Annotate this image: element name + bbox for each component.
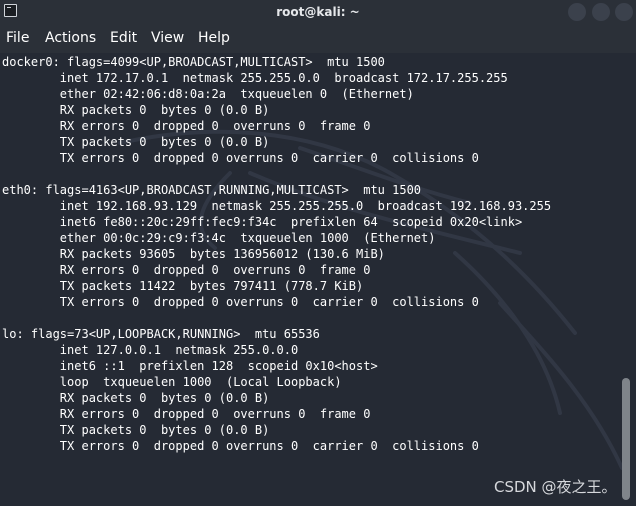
terminal-line: inet 127.0.0.1 netmask 255.0.0.0 (2, 343, 299, 357)
terminal-line: ether 02:42:06:d8:0a:2a txqueuelen 0 (Et… (2, 87, 414, 101)
terminal-line: TX packets 0 bytes 0 (0.0 B) (2, 423, 270, 437)
terminal-line: RX packets 93605 bytes 136956012 (130.6 … (2, 247, 385, 261)
scrollbar-thumb[interactable] (622, 378, 630, 500)
minimize-button[interactable] (568, 3, 586, 21)
terminal-line: RX packets 0 bytes 0 (0.0 B) (2, 103, 270, 117)
terminal-line: TX packets 11422 bytes 797411 (778.7 KiB… (2, 279, 364, 293)
menu-edit[interactable]: Edit (110, 24, 137, 53)
menu-bar: File Actions Edit View Help (0, 24, 636, 53)
terminal-line: RX errors 0 dropped 0 overruns 0 frame 0 (2, 263, 371, 277)
terminal-output[interactable]: docker0: flags=4099<UP,BROADCAST,MULTICA… (0, 53, 636, 506)
title-bar[interactable]: root@kali: ~ (0, 0, 636, 24)
close-button[interactable] (615, 3, 633, 21)
terminal-line: inet6 ::1 prefixlen 128 scopeid 0x10<hos… (2, 359, 378, 373)
terminal-line: lo: flags=73<UP,LOOPBACK,RUNNING> mtu 65… (2, 327, 320, 341)
terminal-line: inet 172.17.0.1 netmask 255.255.0.0 broa… (2, 71, 508, 85)
maximize-button[interactable] (592, 3, 610, 21)
terminal-line: RX packets 0 bytes 0 (0.0 B) (2, 391, 270, 405)
terminal-line: TX errors 0 dropped 0 overruns 0 carrier… (2, 151, 479, 165)
terminal-line: RX errors 0 dropped 0 overruns 0 frame 0 (2, 119, 371, 133)
terminal-line: ether 00:0c:29:c9:f3:4c txqueuelen 1000 … (2, 231, 436, 245)
menu-view[interactable]: View (151, 24, 184, 53)
terminal-line: inet6 fe80::20c:29ff:fec9:f34c prefixlen… (2, 215, 523, 229)
terminal-window: root@kali: ~ File Actions Edit View Help… (0, 0, 636, 506)
terminal-line: eth0: flags=4163<UP,BROADCAST,RUNNING,MU… (2, 183, 422, 197)
terminal-line: TX errors 0 dropped 0 overruns 0 carrier… (2, 295, 479, 309)
terminal-line: loop txqueuelen 1000 (Local Loopback) (2, 375, 342, 389)
menu-file[interactable]: File (6, 24, 29, 53)
terminal-line: inet 192.168.93.129 netmask 255.255.255.… (2, 199, 552, 213)
terminal-line: TX packets 0 bytes 0 (0.0 B) (2, 135, 270, 149)
terminal-line: TX errors 0 dropped 0 overruns 0 carrier… (2, 439, 479, 453)
menu-help[interactable]: Help (198, 24, 230, 53)
menu-actions[interactable]: Actions (45, 24, 96, 53)
terminal-line: RX errors 0 dropped 0 overruns 0 frame 0 (2, 407, 371, 421)
terminal-line: docker0: flags=4099<UP,BROADCAST,MULTICA… (2, 55, 385, 69)
csdn-watermark-text: CSDN @夜之王。 (494, 478, 617, 496)
window-title: root@kali: ~ (276, 5, 360, 19)
